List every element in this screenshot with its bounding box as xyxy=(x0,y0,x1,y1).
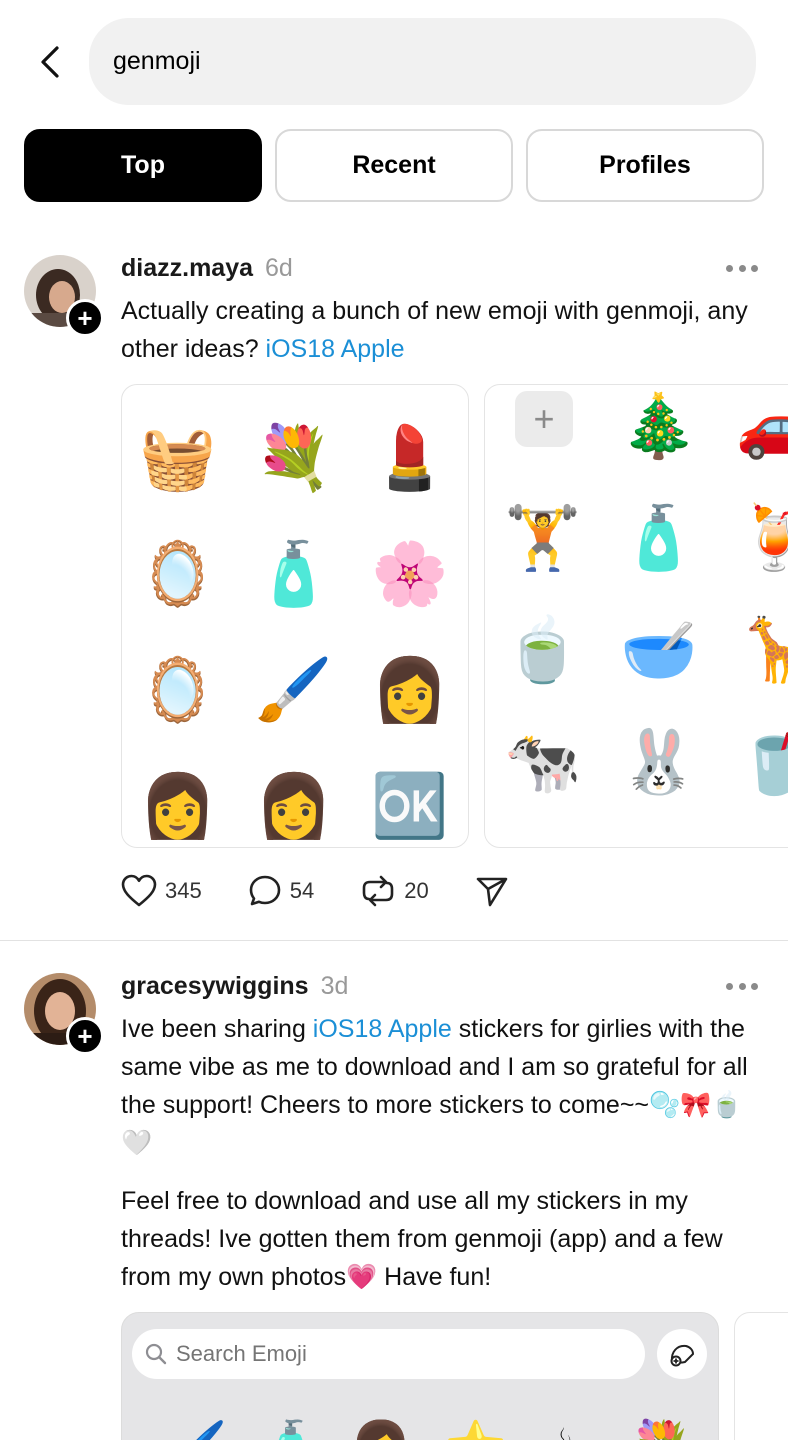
post-text: Actually creating a bunch of new emoji w… xyxy=(121,292,771,368)
emoji-search-field xyxy=(132,1329,645,1379)
post-text-body: Ive been sharing xyxy=(121,1015,313,1043)
emoji-sticker: 💐 xyxy=(255,424,333,493)
post-text-body: Feel free to download and use all my sti… xyxy=(121,1187,723,1291)
repost-count: 20 xyxy=(404,878,429,903)
emoji-sticker: 👩 xyxy=(371,656,449,725)
search-tabs: Top Recent Profiles xyxy=(24,129,764,202)
media-image[interactable]: 🖌️ 🧴 👩 ⭐ ☕ 💐 xyxy=(121,1312,719,1440)
post-header: gracesywiggins 3d xyxy=(121,972,348,1001)
search-icon xyxy=(145,1343,167,1365)
search-field[interactable] xyxy=(89,18,756,105)
emoji-sticker: ⭐ xyxy=(432,1403,520,1440)
emoji-sticker: 🪞 xyxy=(139,656,217,725)
search-input[interactable] xyxy=(113,47,756,76)
repost-icon xyxy=(362,875,394,907)
emoji-sticker: 💐 xyxy=(617,1403,705,1440)
chevron-left-icon xyxy=(41,46,59,78)
emoji-sticker: 🐰 xyxy=(620,728,698,797)
follow-plus-icon[interactable]: + xyxy=(66,299,104,337)
add-sticker-icon[interactable]: + xyxy=(515,391,573,447)
like-button[interactable]: 345 xyxy=(121,874,202,908)
emoji-sticker: 🦒 xyxy=(731,607,788,695)
follow-plus-icon[interactable]: + xyxy=(66,1017,104,1055)
tab-recent[interactable]: Recent xyxy=(275,129,513,202)
emoji-sticker: 🐄 xyxy=(504,728,582,797)
tag-link[interactable]: iOS18 Apple xyxy=(266,335,405,363)
tab-profiles[interactable]: Profiles xyxy=(526,129,764,202)
emoji-sticker: 🆗 xyxy=(371,772,449,841)
more-options-icon[interactable] xyxy=(726,981,758,991)
post-divider xyxy=(0,940,788,941)
comment-count: 54 xyxy=(289,878,315,903)
like-count: 345 xyxy=(165,878,202,903)
emoji-sticker: 🥤 xyxy=(731,719,788,807)
back-button[interactable] xyxy=(30,40,70,84)
tab-top[interactable]: Top xyxy=(24,129,262,202)
emoji-sticker: 👩 xyxy=(139,772,217,841)
emoji-sticker: 👩 xyxy=(255,772,333,841)
emoji-sticker: 🍵 xyxy=(504,616,582,685)
emoji-sticker: 🏋️ xyxy=(504,504,582,573)
more-options-icon[interactable] xyxy=(726,263,758,273)
comment-button[interactable]: 54 xyxy=(248,874,314,908)
emoji-sticker: ☕ xyxy=(522,1403,610,1440)
emoji-sticker: 🎄 xyxy=(620,392,698,461)
emoji-sticker: 🖌️ xyxy=(152,1403,240,1440)
post-text: Feel free to download and use all my sti… xyxy=(121,1182,771,1296)
sticker-icon xyxy=(657,1329,707,1379)
username[interactable]: diazz.maya xyxy=(121,254,253,283)
emoji-sticker: 🥣 xyxy=(620,616,698,685)
share-button[interactable] xyxy=(475,874,509,908)
repost-button[interactable]: 20 xyxy=(360,874,429,908)
comment-icon xyxy=(249,875,281,906)
username[interactable]: gracesywiggins xyxy=(121,972,309,1001)
post-time: 6d xyxy=(265,254,293,282)
emoji-sticker: 🖌️ xyxy=(255,656,333,725)
emoji-sticker: 🧴 xyxy=(255,540,333,609)
post-text-body: Actually creating a bunch of new emoji w… xyxy=(121,297,748,363)
post-text: Ive been sharing iOS18 Apple stickers fo… xyxy=(121,1010,771,1162)
post-actions: 345 54 20 xyxy=(121,874,555,908)
tag-link[interactable]: iOS18 Apple xyxy=(313,1015,452,1043)
emoji-sticker: 🪞 xyxy=(139,540,217,609)
emoji-sticker: 👩 xyxy=(337,1403,425,1440)
top-bar xyxy=(0,0,788,120)
emoji-sticker: 🌸 xyxy=(371,540,449,609)
emoji-sticker: 🧴 xyxy=(247,1403,335,1440)
emoji-sticker: 🚗 xyxy=(731,385,788,471)
send-icon xyxy=(476,877,507,907)
media-image[interactable]: 🧺 💐 💄 🪞 🧴 🌸 🪞 🖌️ 👩 👩 👩 🆗 xyxy=(121,384,469,848)
media-image[interactable]: + 🎄 🚗 🏋️ 🧴 🍹 🍵 🥣 🦒 🐄 🐰 🥤 xyxy=(484,384,788,848)
post-header: diazz.maya 6d xyxy=(121,254,293,283)
emoji-sticker: 💄 xyxy=(371,424,449,493)
emoji-sticker: 🧺 xyxy=(139,424,217,493)
post-time: 3d xyxy=(320,972,349,1000)
emoji-sticker: 🧴 xyxy=(620,504,698,573)
heart-icon xyxy=(121,874,157,907)
media-image[interactable] xyxy=(734,1312,788,1440)
emoji-sticker: 🍹 xyxy=(731,495,788,583)
emoji-search-input xyxy=(176,1341,616,1367)
